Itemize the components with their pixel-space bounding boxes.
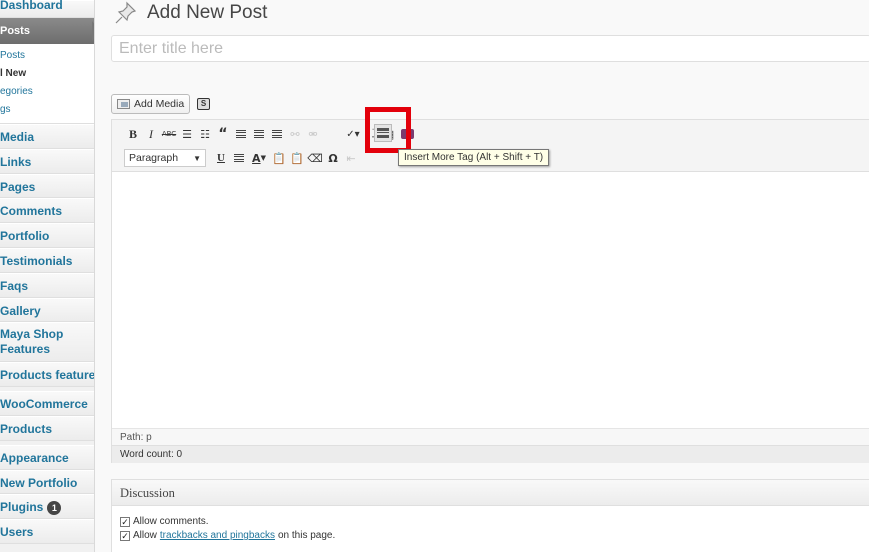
format-select-value: Paragraph	[129, 152, 179, 164]
align-left-icon[interactable]	[232, 125, 250, 143]
allow-comments-row: ✓ Allow comments.	[120, 516, 209, 527]
sidebar-item-label: Pages	[0, 179, 36, 194]
underline-icon[interactable]: U	[212, 149, 230, 167]
toolbar-row-2: Paragraph ▼ U A ▼ 📋 📋 ⌫ Ω ⇤	[124, 148, 360, 168]
sidebar-item-label: Comments	[0, 204, 63, 219]
current-menu-arrow	[92, 21, 94, 41]
page-header: Add New Post	[113, 0, 267, 26]
sidebar-item-woocommerce[interactable]: WooCommerce	[0, 391, 94, 416]
sidebar-item-portfolio[interactable]: Portfolio	[0, 223, 94, 248]
sidebar-item-label: New Portfolio	[0, 475, 78, 490]
sidebar-item-products-features[interactable]: Products features	[0, 362, 95, 388]
sidebar-item-appearance[interactable]: Appearance	[0, 444, 94, 470]
insert-link-icon[interactable]: ⚯	[286, 125, 304, 143]
unlink-icon[interactable]: ⚮	[304, 125, 322, 143]
format-select[interactable]: Paragraph ▼	[124, 149, 206, 167]
sidebar-item-comments[interactable]: Comments	[0, 198, 94, 224]
woocommerce-shortcode-icon[interactable]	[398, 125, 416, 143]
sidebar-item-label: Portfolio	[0, 229, 50, 244]
allow-comments-label: Allow comments.	[133, 516, 209, 527]
bold-icon[interactable]: B	[124, 125, 142, 143]
toolbar-spacer	[322, 125, 344, 143]
submenu-all-posts[interactable]: Posts	[0, 47, 94, 65]
sidebar-item-label: Maya Shop Features	[0, 327, 64, 357]
justify-icon[interactable]	[230, 149, 248, 167]
sidebar-item-posts[interactable]: Posts	[0, 18, 94, 44]
sidebar-item-label: Products	[0, 421, 53, 436]
post-title-input[interactable]	[111, 35, 869, 62]
sidebar-item-label: Posts	[0, 25, 30, 37]
clear-formatting-icon[interactable]: ⌫	[306, 149, 324, 167]
sidebar-item-testimonials[interactable]: Testimonials	[0, 247, 94, 273]
sidebar-item-pages[interactable]: Pages	[0, 173, 94, 199]
add-media-button[interactable]: Add Media	[111, 94, 190, 114]
sidebar-item-plugins[interactable]: Plugins 1	[0, 494, 94, 520]
sidebar-item-maya-shop-features[interactable]: Maya Shop Features	[0, 322, 94, 363]
sidebar-item-new-portfolio[interactable]: New Portfolio	[0, 469, 94, 495]
text-color-icon[interactable]: A ▼	[248, 149, 270, 167]
main-content: Add New Post Add Media S B I ABC ☰ ☷ “ ⚯…	[111, 0, 869, 552]
special-character-icon[interactable]: Ω	[324, 149, 342, 167]
allow-pings-suffix: on this page.	[277, 530, 336, 541]
more-tag-icon	[377, 128, 389, 138]
spellcheck-icon[interactable]: ✓▾	[344, 125, 362, 143]
more-tag-tooltip: Insert More Tag (Alt + Shift + T)	[398, 149, 550, 166]
sidebar-item-label: WooCommerce	[0, 397, 88, 412]
paste-text-icon[interactable]: 📋	[270, 149, 288, 167]
bullet-list-icon[interactable]: ☰	[178, 125, 196, 143]
allow-pings-prefix: Allow	[133, 530, 157, 541]
admin-sidebar: Dashboard Posts Posts l New egories gs M…	[0, 0, 95, 552]
chevron-down-icon: ▼	[193, 153, 201, 163]
sidebar-item-media[interactable]: Media	[0, 124, 94, 149]
post-editor: B I ABC ☰ ☷ “ ⚯ ⚮ ✓▾ ⛶ ▦ Paragraph	[111, 107, 869, 463]
allow-comments-checkbox[interactable]: ✓	[120, 516, 130, 527]
pushpin-icon	[113, 0, 141, 26]
submenu-categories[interactable]: egories	[0, 83, 94, 101]
blockquote-icon[interactable]: “	[214, 125, 232, 143]
s-plugin-button[interactable]: S	[197, 98, 210, 110]
sidebar-item-label: Appearance	[0, 450, 69, 465]
page-title: Add New Post	[147, 2, 268, 23]
word-count: Word count: 0	[112, 445, 869, 463]
sidebar-item-label: Products features	[0, 368, 95, 383]
trackbacks-link[interactable]: trackbacks and pingbacks	[160, 530, 275, 541]
sidebar-item-label: Links	[0, 154, 32, 169]
submenu-tags[interactable]: gs	[0, 101, 94, 119]
sidebar-item-gallery[interactable]: Gallery	[0, 297, 94, 323]
insert-more-tag-button[interactable]	[374, 124, 392, 142]
sidebar-item-label: Plugins	[0, 500, 44, 515]
editor-content-area[interactable]	[112, 172, 869, 428]
sidebar-item-links[interactable]: Links	[0, 148, 94, 174]
sidebar-item-label: Testimonials	[0, 253, 73, 268]
align-center-icon[interactable]	[250, 125, 268, 143]
toolbar-row-1: B I ABC ☰ ☷ “ ⚯ ⚮ ✓▾ ⛶ ▦	[124, 124, 416, 144]
editor-toolbar: B I ABC ☰ ☷ “ ⚯ ⚮ ✓▾ ⛶ ▦ Paragraph	[112, 107, 869, 172]
sidebar-item-label: Faqs	[0, 278, 29, 293]
sidebar-item-label: Media	[0, 130, 35, 144]
add-media-label: Add Media	[134, 98, 185, 110]
sidebar-item-label: Gallery	[0, 303, 41, 318]
sidebar-item-users[interactable]: Users	[0, 519, 94, 544]
sidebar-item-products[interactable]: Products	[0, 415, 94, 441]
sidebar-item-label: Users	[0, 525, 34, 540]
editor-path: Path: p	[112, 428, 869, 445]
sidebar-item-faqs[interactable]: Faqs	[0, 272, 94, 298]
strikethrough-icon[interactable]: ABC	[160, 125, 178, 143]
allow-pings-checkbox[interactable]: ✓	[120, 530, 130, 541]
outdent-icon[interactable]: ⇤	[342, 149, 360, 167]
posts-submenu: Posts l New egories gs	[0, 44, 94, 124]
allow-pings-row: ✓ Allow trackbacks and pingbacks on this…	[120, 530, 335, 541]
numbered-list-icon[interactable]: ☷	[196, 125, 214, 143]
sidebar-item-label: Dashboard	[0, 0, 63, 12]
align-right-icon[interactable]	[268, 125, 286, 143]
discussion-title[interactable]: Discussion	[112, 480, 869, 506]
submenu-add-new[interactable]: l New	[0, 65, 94, 83]
italic-icon[interactable]: I	[142, 125, 160, 143]
paste-word-icon[interactable]: 📋	[288, 149, 306, 167]
discussion-box: Discussion ✓ Allow comments. ✓ Allow tra…	[111, 479, 869, 552]
sidebar-item-dashboard[interactable]: Dashboard	[0, 0, 94, 18]
media-icon	[117, 99, 130, 109]
plugins-update-badge: 1	[47, 501, 62, 516]
